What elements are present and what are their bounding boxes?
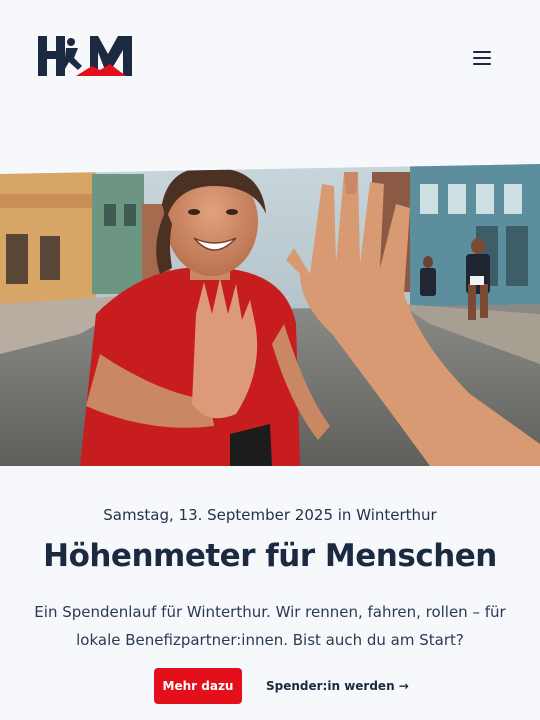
event-date: Samstag, 13. September 2025 in Winterthu… xyxy=(103,506,437,524)
menu-bar xyxy=(473,63,491,65)
menu-bar xyxy=(473,51,491,53)
more-info-button[interactable]: Mehr dazu xyxy=(154,668,242,704)
site-header xyxy=(0,0,540,120)
hero-image xyxy=(0,164,540,466)
site-logo[interactable] xyxy=(38,36,132,76)
intro-text: Ein Spendenlauf für Winterthur. Wir renn… xyxy=(30,598,510,654)
hamburger-menu-icon[interactable] xyxy=(470,46,494,70)
intro-line-1: Ein Spendenlauf für Winterthur. Wir renn… xyxy=(34,603,506,621)
become-donor-link[interactable]: Spender:in werden → xyxy=(266,668,409,704)
hfm-logo-icon xyxy=(38,36,132,76)
page-title: Höhenmeter für Menschen xyxy=(43,538,497,574)
menu-bar xyxy=(473,57,491,59)
intro-line-2: lokale Benefizpartner:innen. Bist auch d… xyxy=(76,631,464,649)
